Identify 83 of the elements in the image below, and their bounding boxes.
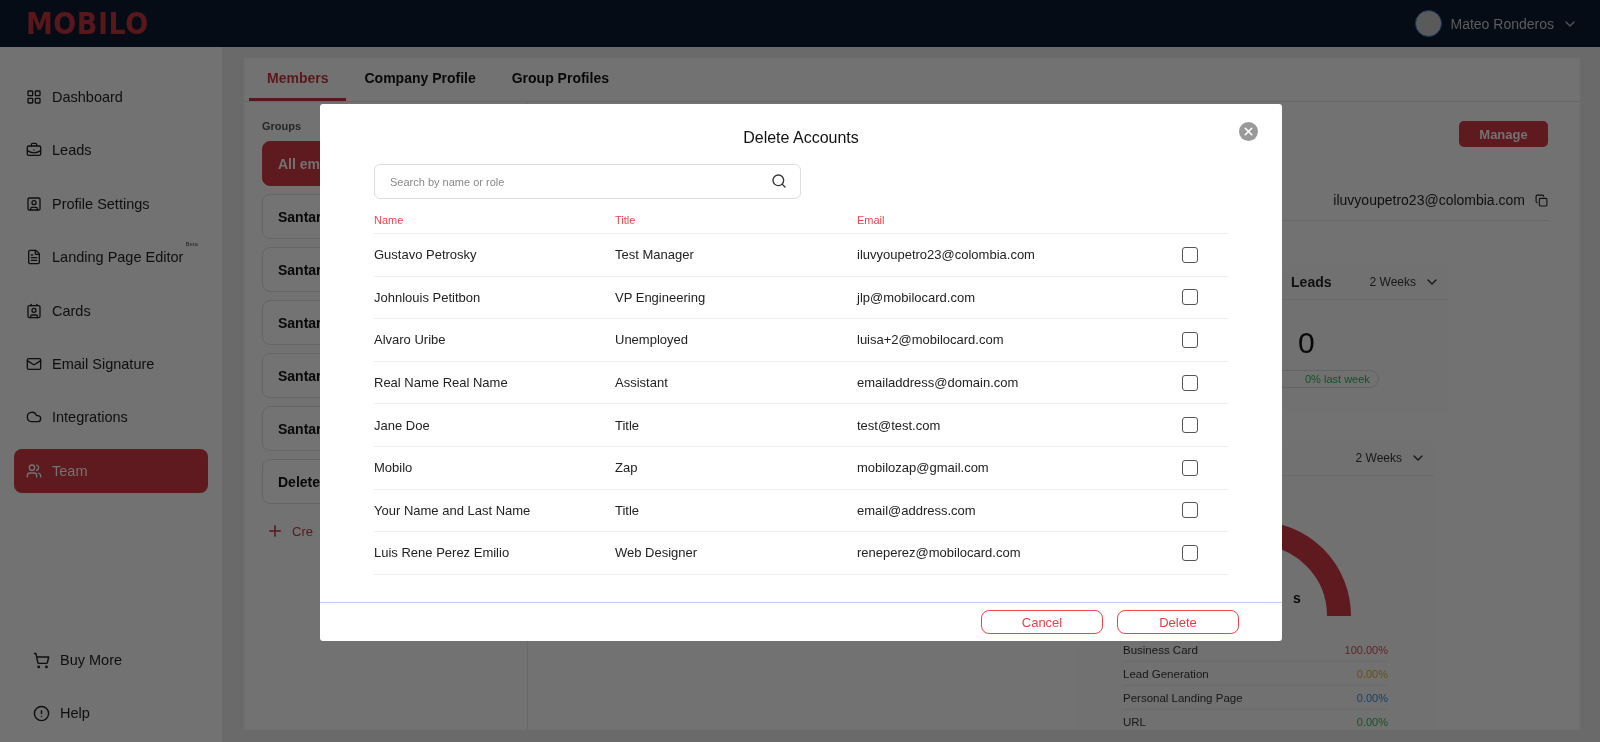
close-button[interactable] (1239, 122, 1258, 141)
chart-label: s (1293, 590, 1301, 606)
title-cell-text: Assistant (615, 375, 669, 391)
title-cell-text: Title (615, 502, 641, 518)
email-cell-text: reneperez@mobilocard.com (857, 545, 1022, 561)
card-title: Leads (1291, 274, 1332, 290)
manage-button[interactable]: Manage (1459, 121, 1548, 147)
row-checkbox[interactable] (1182, 374, 1198, 391)
groups-heading: Groups (262, 120, 303, 132)
sidebar-item[interactable]: Team (14, 448, 208, 493)
document-icon (26, 249, 42, 266)
contact-card-icon (26, 302, 42, 319)
legend-label: Lead Generation (1123, 667, 1209, 680)
user-square-icon (26, 195, 42, 212)
envelope-icon (26, 355, 42, 372)
profile-email: iluvyoupetro23@colombia.com (1333, 192, 1525, 208)
people-icon (26, 462, 42, 479)
search-field[interactable]: Search by name or role (374, 164, 801, 199)
column-header: Name (374, 214, 405, 226)
sidebar-item[interactable]: Email Signature (14, 341, 208, 386)
name-cell-text: Mobilo (374, 460, 414, 476)
legend-label: Business Card (1123, 643, 1198, 656)
tab[interactable]: Group Profiles (493, 58, 627, 101)
user-name[interactable]: Mateo Ronderos (1450, 15, 1554, 32)
name-cell-text: Jane Doe (374, 417, 431, 433)
title-cell-text: Title (615, 417, 641, 433)
email-cell-text: emailaddress@domain.com (857, 375, 1020, 391)
title-cell-text: Test Manager (615, 247, 695, 263)
column-header: Email (857, 214, 886, 226)
sidebar-item[interactable]: Buy More (14, 638, 208, 682)
sidebar-item[interactable]: Integrations (14, 395, 208, 440)
grid-icon (26, 89, 42, 105)
period-select[interactable]: 2 Weeks (1369, 275, 1416, 289)
avatar[interactable] (1415, 10, 1443, 37)
sidebar-item[interactable]: Dashboard (14, 75, 208, 119)
email-cell-text: luisa+2@mobilocard.com (857, 332, 1005, 348)
row-checkbox[interactable] (1182, 459, 1198, 476)
period-select[interactable]: 2 Weeks (1355, 451, 1402, 465)
name-cell-text: Real Name Real Name (374, 375, 509, 391)
row-checkbox[interactable] (1182, 502, 1198, 519)
row-checkbox[interactable] (1182, 417, 1198, 434)
cart-icon (33, 651, 50, 669)
email-cell-text: iluvyoupetro23@colombia.com (857, 247, 1036, 263)
name-cell-text: Alvaro Uribe (374, 332, 447, 348)
email-cell-text: jlp@mobilocard.com (857, 289, 976, 305)
title-cell-text: Unemployed (615, 332, 689, 348)
legend-value: 0.00% (1356, 691, 1388, 704)
close-icon (1242, 125, 1255, 138)
delete-button[interactable]: Delete (1117, 610, 1239, 634)
row-checkbox[interactable] (1182, 246, 1198, 263)
sidebar-item[interactable]: Leads (14, 128, 208, 173)
name-cell-text: Johnlouis Petitbon (374, 289, 482, 305)
email-cell-text: test@test.com (857, 417, 942, 433)
name-cell-text: Luis Rene Perez Emilio (374, 545, 511, 561)
sidebar-item[interactable]: Profile Settings (14, 181, 208, 226)
row-checkbox[interactable] (1182, 289, 1198, 306)
title-cell-text: Zap (615, 460, 639, 476)
name-cell-text: Your Name and Last Name (374, 502, 532, 518)
column-header: Title (615, 214, 637, 226)
title-cell-text: VP Engineering (615, 289, 707, 305)
cancel-button[interactable]: Cancel (981, 610, 1103, 634)
search-icon[interactable] (771, 173, 787, 189)
briefcase-icon (26, 142, 42, 159)
sidebar-item[interactable]: Cards (14, 288, 208, 333)
legend-label: URL (1123, 715, 1146, 728)
legend-value: 0.00% (1356, 667, 1388, 680)
tab[interactable]: Members (249, 58, 347, 101)
name-cell-text: Gustavo Petrosky (374, 247, 478, 263)
legend-value: 100.00% (1344, 643, 1388, 656)
row-checkbox[interactable] (1182, 332, 1198, 348)
email-cell-text: email@address.com (857, 502, 977, 518)
copy-icon[interactable] (1535, 193, 1548, 207)
dialog-title: Delete Accounts (742, 128, 860, 148)
email-cell-text: mobilozap@gmail.com (857, 460, 990, 476)
tab[interactable]: Company Profile (346, 58, 494, 101)
title-cell-text: Web Designer (615, 545, 699, 561)
legend-value: 0.00% (1356, 715, 1388, 728)
legend-label: Personal Landing Page (1123, 691, 1243, 704)
exclamation-circle-icon (33, 704, 50, 722)
create-group-link[interactable]: Cre (292, 523, 313, 539)
leads-count: 0 (1298, 326, 1316, 360)
row-checkbox[interactable] (1182, 544, 1198, 561)
sidebar-item[interactable]: Help (14, 691, 208, 735)
